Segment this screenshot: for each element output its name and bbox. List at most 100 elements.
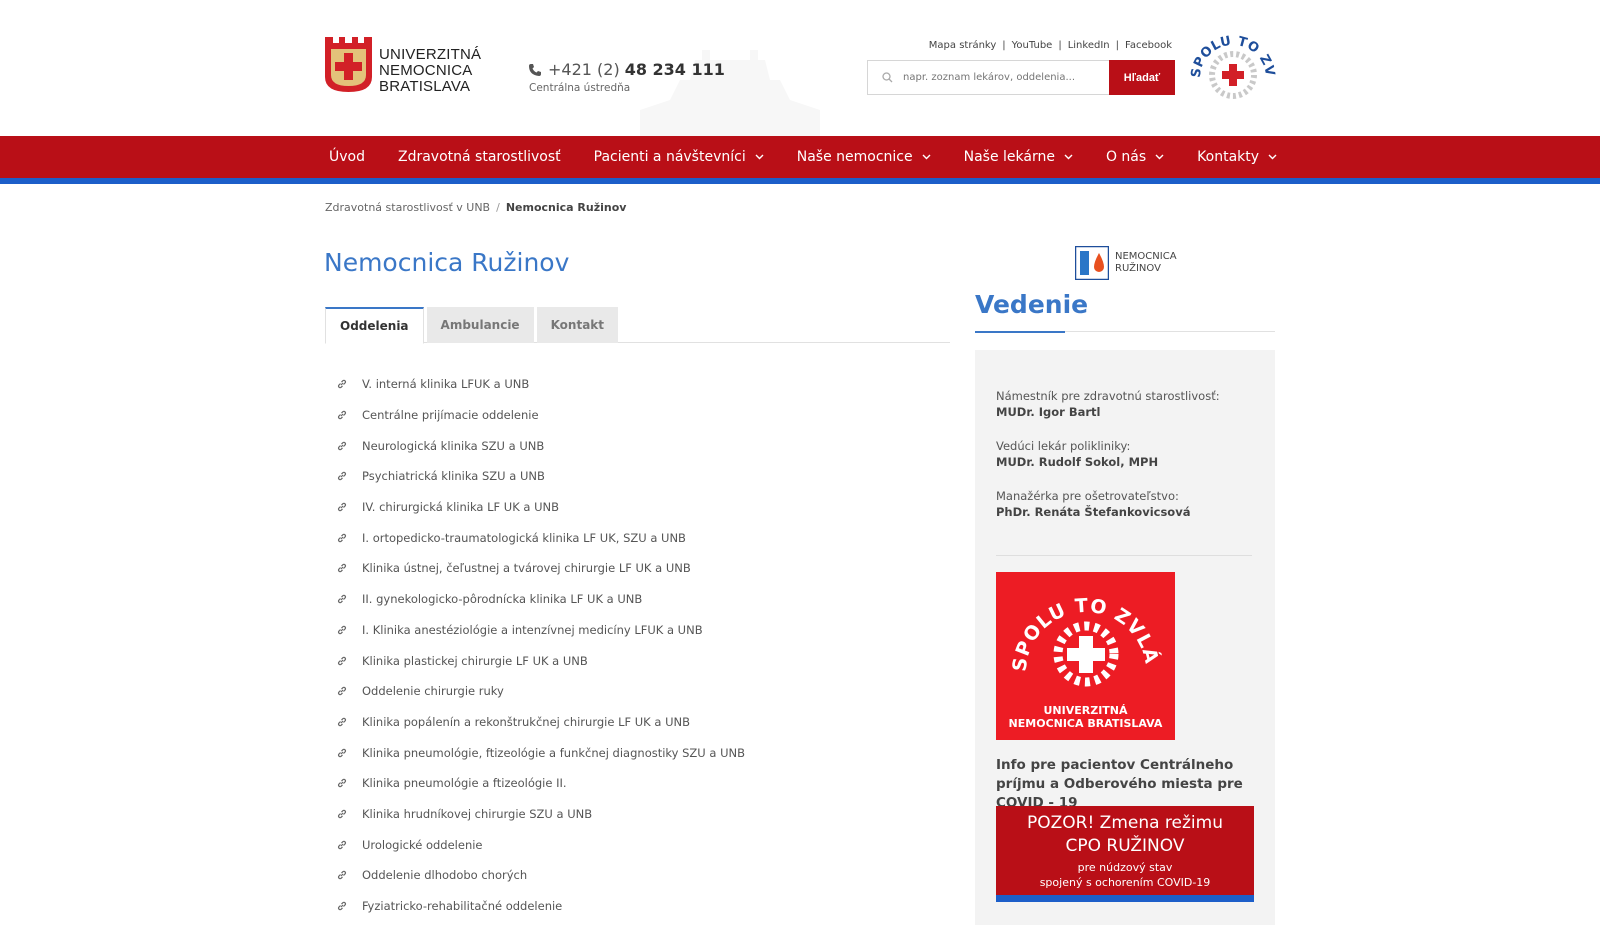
main-navigation: Úvod Zdravotná starostlivosť Pacienti a … [0, 136, 1600, 178]
logo-line: NEMOCNICA [379, 62, 473, 79]
department-item[interactable]: Klinika ústnej, čeľustnej a tvárovej chi… [336, 553, 745, 584]
sitemap-link[interactable]: Mapa stránky [929, 40, 996, 51]
contact-role: Vedúci lekár polikliniky: [996, 439, 1131, 453]
search-box [867, 60, 1109, 95]
breadcrumb-current: Nemocnica Ružinov [505, 201, 627, 214]
spolu-to-zvladneme-logo[interactable]: SPOLU TO ZVLÁDNEME UNIVERZITNÁ NEMOCNICA… [996, 572, 1175, 740]
department-link[interactable]: Urologické oddelenie [362, 838, 483, 852]
department-item[interactable]: Urologické oddelenie [336, 829, 745, 860]
link-icon [337, 840, 347, 849]
tab-oddelenia[interactable]: Oddelenia [325, 307, 424, 344]
nr-logo-line: NEMOCNICA [1115, 251, 1177, 262]
nav-label: Kontakty [1197, 149, 1260, 165]
department-link[interactable]: Klinika popálenín a rekonštrukčnej chiru… [362, 715, 690, 729]
banner-line: spojený s ochorením COVID-19 [1039, 876, 1211, 889]
nav-item-o-nas[interactable]: O nás [1106, 149, 1164, 165]
phone-number[interactable]: 48 234 111 [625, 60, 725, 79]
contact-name: MUDr. Igor Bartl [996, 405, 1101, 419]
linkedin-link[interactable]: LinkedIn [1068, 40, 1110, 51]
department-item[interactable]: Klinika plastickej chirurgie LF UK a UNB [336, 645, 745, 676]
link-icon [337, 410, 347, 420]
link-icon [337, 625, 347, 635]
department-link[interactable]: Klinika plastickej chirurgie LF UK a UNB [362, 654, 588, 668]
department-item[interactable]: I. ortopedicko-traumatologická klinika L… [336, 522, 745, 553]
unb-crest-icon [325, 37, 372, 92]
chevron-down-icon [1064, 154, 1073, 160]
contact-name: PhDr. Renáta Štefankovicsová [996, 505, 1191, 519]
spolu-to-zvladneme-badge[interactable]: SPOLU TO ZVLÁDNEME [1190, 28, 1276, 106]
nav-item-kontakty[interactable]: Kontakty [1197, 149, 1277, 165]
department-link[interactable]: Klinika hrudníkovej chirurgie SZU a UNB [362, 807, 592, 821]
department-link[interactable]: Oddelenie dlhodobo chorých [362, 868, 527, 882]
department-item[interactable]: Klinika pneumológie, ftizeológie a funkč… [336, 737, 745, 768]
youtube-link[interactable]: YouTube [1012, 40, 1053, 51]
department-link[interactable]: IV. chirurgická klinika LF UK a UNB [362, 500, 559, 514]
department-link[interactable]: Fyziatricko-rehabilitačné oddelenie [362, 899, 562, 913]
department-item[interactable]: V. interná klinika LFUK a UNB [336, 369, 745, 400]
department-link[interactable]: I. ortopedicko-traumatologická klinika L… [362, 531, 686, 545]
covid-info-link[interactable]: Info pre pacientov Centrálneho príjmu a … [996, 756, 1256, 813]
breadcrumb-separator: / [496, 201, 500, 214]
nemocnica-ruzinov-logo: NEMOCNICA RUŽINOV [1075, 246, 1177, 280]
department-link[interactable]: Oddelenie chirurgie ruky [362, 684, 504, 698]
department-link[interactable]: V. interná klinika LFUK a UNB [362, 377, 529, 391]
department-item[interactable]: IV. chirurgická klinika LF UK a UNB [336, 492, 745, 523]
nav-item-pacienti[interactable]: Pacienti a návštevníci [594, 149, 764, 165]
phone-caption: Centrálna ústredňa [529, 82, 631, 94]
contact-block: Manažérka pre ošetrovateľstvo: PhDr. Ren… [996, 488, 1190, 521]
department-item[interactable]: II. gynekologicko-pôrodnícka klinika LF … [336, 584, 745, 615]
breadcrumb-parent-link[interactable]: Zdravotná starostlivosť v UNB [325, 201, 490, 214]
link-separator: | [1115, 40, 1119, 51]
department-link[interactable]: Klinika pneumológie, ftizeológie a funkč… [362, 746, 745, 760]
nav-item-nase-nemocnice[interactable]: Naše nemocnice [797, 149, 931, 165]
contact-block: Námestník pre zdravotnú starostlivosť: M… [996, 388, 1220, 421]
contact-name: MUDr. Rudolf Sokol, MPH [996, 455, 1159, 469]
cpo-ruzinov-banner[interactable]: POZOR! Zmena režimu CPO RUŽINOV pre núdz… [996, 806, 1254, 902]
department-link[interactable]: II. gynekologicko-pôrodnícka klinika LF … [362, 592, 642, 606]
tab-ambulancie[interactable]: Ambulancie [426, 307, 534, 343]
department-item[interactable]: I. Klinika anestéziológie a intenzívnej … [336, 615, 745, 646]
department-item[interactable]: Neurologická klinika SZU a UNB [336, 430, 745, 461]
phone-prefix: +421 (2) [548, 60, 620, 79]
page-title: Nemocnica Ružinov [324, 248, 570, 277]
nemocnica-ruzinov-icon [1075, 246, 1109, 280]
search-button[interactable]: Hľadať [1109, 60, 1175, 95]
nav-item-nase-lekarne[interactable]: Naše lekárne [964, 149, 1073, 165]
department-link[interactable]: Klinika ústnej, čeľustnej a tvárovej chi… [362, 561, 691, 575]
search-input[interactable] [903, 72, 1093, 83]
logo-line: UNIVERZITNÁ [379, 46, 482, 63]
department-link[interactable]: I. Klinika anestéziológie a intenzívnej … [362, 623, 703, 637]
department-item[interactable]: Fyziatricko-rehabilitačné oddelenie [336, 891, 745, 922]
link-icon [337, 472, 347, 481]
nav-label: Pacienti a návštevníci [593, 149, 746, 165]
facebook-link[interactable]: Facebook [1125, 40, 1172, 51]
department-item[interactable]: Oddelenie chirurgie ruky [336, 676, 745, 707]
department-item[interactable]: Centrálne prijímacie oddelenie [336, 400, 745, 431]
banner-line: CPO RUŽINOV [1065, 836, 1185, 856]
covid-logo-line: NEMOCNICA BRATISLAVA [1009, 717, 1163, 730]
department-item[interactable]: Oddelenie dlhodobo chorých [336, 860, 745, 891]
department-link[interactable]: Psychiatrická klinika SZU a UNB [362, 469, 545, 483]
department-link[interactable]: Klinika pneumológie a ftizeológie II. [362, 776, 567, 790]
department-item[interactable]: Klinika hrudníkovej chirurgie SZU a UNB [336, 799, 745, 830]
department-item[interactable]: Klinika pneumológie a ftizeológie II. [336, 768, 745, 799]
banner-line: pre núdzový stav [1077, 861, 1173, 874]
link-icon [337, 594, 347, 604]
nav-item-zdravotna-starostlivost[interactable]: Zdravotná starostlivosť [398, 149, 561, 165]
department-item[interactable]: Psychiatrická klinika SZU a UNB [336, 461, 745, 492]
search-form: Hľadať [867, 60, 1175, 95]
contact-role: Manažérka pre ošetrovateľstvo: [996, 489, 1179, 503]
link-icon [337, 441, 347, 450]
department-link[interactable]: Centrálne prijímacie oddelenie [362, 408, 539, 422]
banner-line: POZOR! Zmena režimu [1026, 813, 1223, 833]
sidebar-divider [996, 555, 1252, 556]
nav-item-uvod[interactable]: Úvod [329, 149, 365, 165]
tab-kontakt[interactable]: Kontakt [536, 307, 619, 343]
department-item[interactable]: Klinika popálenín a rekonštrukčnej chiru… [336, 707, 745, 738]
hospital-logo[interactable]: UNIVERZITNÁ NEMOCNICA BRATISLAVA [325, 37, 481, 95]
link-icon [337, 748, 347, 757]
link-icon [337, 901, 347, 911]
contact-role: Námestník pre zdravotnú starostlivosť: [996, 389, 1220, 403]
banner-blue-stripe [996, 895, 1254, 902]
department-link[interactable]: Neurologická klinika SZU a UNB [362, 439, 544, 453]
